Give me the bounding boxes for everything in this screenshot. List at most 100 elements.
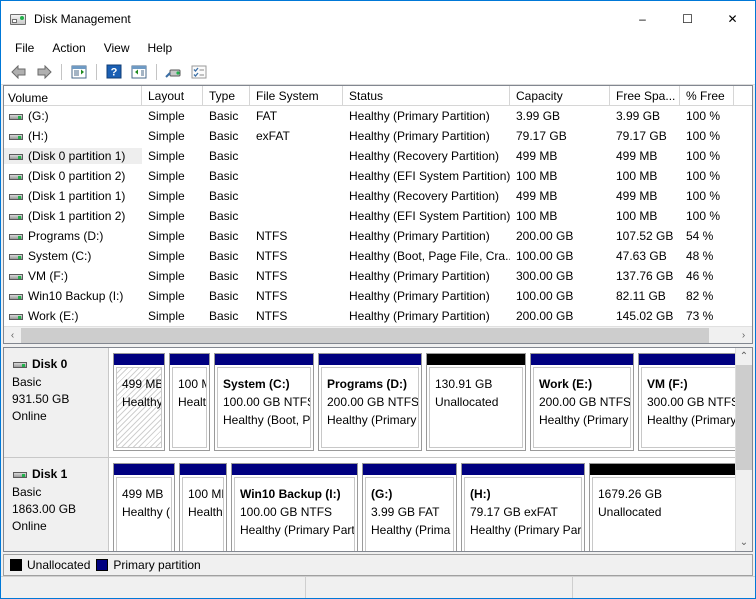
partition-block[interactable]: VM (F:)300.00 GB NTFSHealthy (Primary	[638, 353, 735, 451]
cell-capacity: 200.00 GB	[510, 229, 610, 243]
properties-icon[interactable]	[187, 61, 211, 83]
graphical-view-vertical-scrollbar[interactable]: ⌃ ⌄	[735, 348, 752, 551]
cell-free: 100 MB	[610, 169, 680, 183]
cell-filesystem: NTFS	[250, 309, 343, 323]
partition-block[interactable]: Programs (D:)200.00 GB NTFSHealthy (Prim…	[318, 353, 422, 451]
volume-list-horizontal-scrollbar[interactable]: ‹ ›	[4, 326, 752, 343]
menu-view[interactable]: View	[95, 38, 139, 58]
cell-volume-label: (G:)	[28, 109, 49, 123]
cell-type: Basic	[203, 169, 250, 183]
partition-block[interactable]: Win10 Backup (I:)100.00 GB NTFSHealthy (…	[231, 463, 358, 551]
menu-action[interactable]: Action	[43, 38, 94, 58]
svg-text:?: ?	[111, 67, 118, 79]
horizontal-scroll-thumb[interactable]	[21, 328, 709, 343]
cell-free: 47.63 GB	[610, 249, 680, 263]
cell-filesystem: NTFS	[250, 289, 343, 303]
scroll-left-icon[interactable]: ‹	[4, 327, 21, 344]
table-row[interactable]: Work (E:)SimpleBasicNTFSHealthy (Primary…	[4, 306, 752, 326]
partition-block[interactable]: Work (E:)200.00 GB NTFSHealthy (Primary	[530, 353, 634, 451]
forward-icon[interactable]	[32, 61, 56, 83]
column-header-layout[interactable]: Layout	[142, 86, 203, 106]
close-button[interactable]: ✕	[710, 5, 755, 34]
back-icon[interactable]	[7, 61, 31, 83]
vertical-scroll-track[interactable]	[736, 470, 752, 534]
cell-type: Basic	[203, 149, 250, 163]
cell-free: 82.11 GB	[610, 289, 680, 303]
menu-help[interactable]: Help	[139, 38, 182, 58]
maximize-button[interactable]: ☐	[665, 5, 710, 34]
cell-layout: Simple	[142, 149, 203, 163]
column-header-type[interactable]: Type	[203, 86, 250, 106]
column-header-free-space[interactable]: Free Spa...	[610, 86, 680, 106]
show-hide-action-pane-icon[interactable]	[127, 61, 151, 83]
table-row[interactable]: Programs (D:)SimpleBasicNTFSHealthy (Pri…	[4, 226, 752, 246]
partition-details: VM (F:)300.00 GB NTFSHealthy (Primary	[641, 367, 735, 448]
disk-partitions: 499 MBHealthy (R100 MBHealthy (EWin10 Ba…	[109, 458, 735, 551]
table-row[interactable]: (Disk 1 partition 1)SimpleBasicHealthy (…	[4, 186, 752, 206]
table-row[interactable]: VM (F:)SimpleBasicNTFSHealthy (Primary P…	[4, 266, 752, 286]
horizontal-scroll-track[interactable]	[709, 327, 735, 344]
cell-capacity: 3.99 GB	[510, 109, 610, 123]
minimize-button[interactable]: –	[620, 5, 665, 34]
column-header-volume[interactable]: Volume	[4, 86, 142, 106]
partition-legend: Unallocated Primary partition	[3, 554, 753, 576]
cell-pctfree: 100 %	[680, 169, 734, 183]
partition-block[interactable]: 1679.26 GBUnallocated	[589, 463, 735, 551]
partition-block[interactable]: 130.91 GBUnallocated	[426, 353, 526, 451]
cell-status: Healthy (Boot, Page File, Cra...	[343, 249, 510, 263]
cell-pctfree: 100 %	[680, 209, 734, 223]
disk-state: Online	[12, 408, 108, 425]
disk-info-disk-1[interactable]: Disk 1Basic1863.00 GBOnline	[4, 458, 109, 551]
table-row[interactable]: (Disk 0 partition 2)SimpleBasicHealthy (…	[4, 166, 752, 186]
rescan-disks-icon[interactable]	[162, 61, 186, 83]
show-hide-console-tree-icon[interactable]	[67, 61, 91, 83]
cell-volume-label: Programs (D:)	[28, 229, 103, 243]
cell-status: Healthy (Primary Partition)	[343, 129, 510, 143]
partition-color-bar	[114, 464, 174, 475]
vertical-scroll-thumb[interactable]	[736, 365, 752, 470]
menu-file[interactable]: File	[6, 38, 43, 58]
scroll-up-icon[interactable]: ⌃	[736, 348, 752, 365]
scroll-right-icon[interactable]: ›	[735, 327, 752, 344]
partition-status: Healthy (Primary Part	[240, 521, 349, 539]
cell-layout: Simple	[142, 169, 203, 183]
table-row[interactable]: (Disk 1 partition 2)SimpleBasicHealthy (…	[4, 206, 752, 226]
partition-status: Healthy (Boot, P	[223, 411, 305, 429]
disk-partitions: 499 MBHealthy (R100 MBHealthy (ESystem (…	[109, 348, 735, 457]
column-header-capacity[interactable]: Capacity	[510, 86, 610, 106]
disk-info-disk-0[interactable]: Disk 0Basic931.50 GBOnline	[4, 348, 109, 457]
toolbar-separator-1	[61, 64, 62, 80]
table-row[interactable]: System (C:)SimpleBasicNTFSHealthy (Boot,…	[4, 246, 752, 266]
legend-swatch-primary-partition	[96, 559, 108, 571]
partition-name: Win10 Backup (I:)	[240, 485, 349, 503]
table-row[interactable]: (Disk 0 partition 1) SimpleBasic Healthy (…	[4, 146, 752, 166]
cell-volume: (Disk 0 partition 2)	[4, 168, 142, 184]
partition-block[interactable]: (G:)3.99 GB FATHealthy (Prima	[362, 463, 457, 551]
cell-status: Healthy (Recovery Partition)	[343, 149, 510, 163]
column-header-file-system[interactable]: File System	[250, 86, 343, 106]
legend-swatch-unallocated	[10, 559, 22, 571]
table-row[interactable]: (H:)SimpleBasicexFATHealthy (Primary Par…	[4, 126, 752, 146]
partition-block[interactable]: System (C:)100.00 GB NTFSHealthy (Boot, …	[214, 353, 314, 451]
disk-type: Basic	[12, 374, 108, 391]
partition-size: 3.99 GB FAT	[371, 503, 448, 521]
disk-size: 1863.00 GB	[12, 501, 108, 518]
table-row[interactable]: (G:)SimpleBasicFATHealthy (Primary Parti…	[4, 106, 752, 126]
partition-block[interactable]: (H:)79.17 GB exFATHealthy (Primary Par	[461, 463, 585, 551]
partition-block[interactable]: 100 MBHealthy (E	[179, 463, 227, 551]
disk-size: 931.50 GB	[12, 391, 108, 408]
column-header-status[interactable]: Status	[343, 86, 510, 106]
partition-block[interactable]: 499 MBHealthy (R	[113, 463, 175, 551]
volume-icon	[8, 148, 24, 164]
column-header-percent-free[interactable]: % Free	[680, 86, 734, 106]
cell-pctfree: 82 %	[680, 289, 734, 303]
partition-size: 1679.26 GB	[598, 485, 735, 503]
cell-volume-label: (Disk 0 partition 1)	[28, 149, 125, 163]
scroll-down-icon[interactable]: ⌄	[736, 534, 752, 551]
cell-volume-label: System (C:)	[28, 249, 91, 263]
table-row[interactable]: Win10 Backup (I:)SimpleBasicNTFSHealthy …	[4, 286, 752, 306]
partition-block[interactable]: 499 MBHealthy (R	[113, 353, 165, 451]
help-icon[interactable]: ?	[102, 61, 126, 83]
partition-block[interactable]: 100 MBHealthy (E	[169, 353, 210, 451]
cell-type: Basic	[203, 309, 250, 323]
